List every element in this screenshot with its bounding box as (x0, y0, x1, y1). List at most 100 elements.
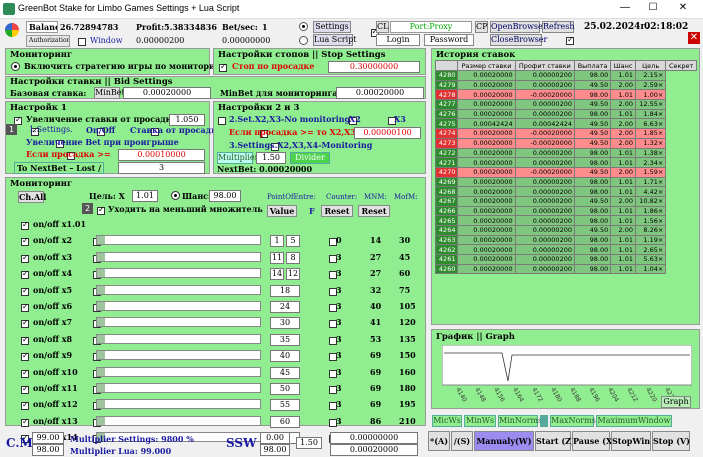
row-entry-input[interactable]: 40 (270, 350, 300, 363)
lua-script-button[interactable]: Lua Script (313, 34, 356, 46)
ssw-multiplier[interactable]: 1.50 (296, 437, 322, 449)
go-lower-checkbox[interactable] (97, 205, 105, 215)
cm-value-1[interactable]: 99.00 (32, 432, 64, 444)
monitoring-radio[interactable] (11, 62, 20, 71)
divider-button[interactable]: Divider (290, 152, 330, 164)
check-all-button[interactable]: Ch.All (18, 191, 46, 203)
set2-checkbox[interactable] (218, 117, 226, 125)
footer-control-button[interactable]: StopWin (C) (611, 431, 667, 451)
app-icon (3, 3, 15, 15)
footer-control-button[interactable]: /(S) (451, 431, 473, 451)
if-drawdown2-input[interactable]: 0.00000100 (354, 127, 421, 139)
cp-button[interactable]: CP (475, 21, 488, 33)
footer-control-button[interactable]: Stop (V) (652, 431, 690, 451)
close-browser-button[interactable]: CloseBrowser (490, 34, 547, 46)
exit-icon[interactable]: ✕ (688, 32, 700, 44)
footer-control-button[interactable]: *(A) (428, 431, 450, 451)
row-enable-checkbox[interactable] (21, 384, 29, 394)
row-enable-checkbox[interactable] (21, 368, 29, 378)
graph-button[interactable]: Graph (661, 396, 691, 408)
ssw-amount-2[interactable]: 0.00020000 (330, 444, 418, 456)
row-entry-input[interactable]: 11 (270, 251, 284, 264)
row-entry-input[interactable]: 24 (270, 301, 300, 313)
row-entry-input[interactable]: 18 (270, 284, 300, 297)
footer-control-button[interactable]: Pause (X) (572, 431, 616, 451)
cl-button[interactable]: CL (376, 21, 389, 33)
row-entry-input[interactable]: 1 (270, 235, 284, 248)
row-enable-checkbox[interactable] (21, 253, 29, 263)
row-entry-input[interactable]: 30 (270, 317, 300, 330)
radio-settings[interactable] (299, 22, 308, 31)
stop-settings-panel: Настройки стопов || Stop Settings Стоп п… (213, 48, 426, 75)
minbet-button[interactable]: MinBet (94, 87, 125, 99)
row-enable-checkbox[interactable] (21, 286, 29, 296)
chance-radio[interactable] (171, 191, 180, 200)
browser-checkbox[interactable] (566, 35, 575, 45)
multiplier-input[interactable]: 1.50 (256, 152, 286, 164)
row-enable-checkbox[interactable] (21, 236, 29, 247)
row-entry-input-2[interactable]: 8 (286, 251, 300, 264)
row-entry-input-2[interactable]: 12 (286, 268, 300, 281)
row-enable-checkbox[interactable] (21, 351, 29, 362)
base-bet-input[interactable]: 0.00020000 (123, 87, 211, 99)
login-field[interactable]: Login (376, 34, 420, 46)
password-field[interactable]: Password (424, 34, 474, 46)
settings1-title: Настройк 1 (10, 103, 67, 113)
row-entry-input[interactable]: 45 (270, 366, 300, 379)
reset-mnm-button[interactable]: Reset (358, 205, 390, 217)
monitor-row: on/off x5 18 3 32 75 (6, 283, 427, 299)
multiplier-button[interactable]: Multiplier (217, 152, 258, 164)
history-cell: 0.00020000 (457, 89, 516, 101)
row-progress-bar (96, 415, 261, 426)
target-input[interactable]: 1.01 (132, 190, 158, 202)
footer-size-button[interactable]: MaxNorms (550, 415, 596, 427)
history-cell: 2.00 (610, 128, 636, 139)
ssw-value-2[interactable]: 98.00 (260, 444, 290, 456)
ssw-value-1[interactable]: 0.00 (260, 432, 290, 444)
maximize-button[interactable]: ☐ (642, 2, 664, 13)
port-proxy-field[interactable]: Port:Proxy (390, 21, 472, 33)
window-checkbox[interactable] (78, 38, 86, 46)
history-cell: 0.00020000 (457, 254, 516, 265)
minbet-monitoring-input[interactable]: 0.00020000 (336, 87, 424, 99)
row-entry-input[interactable]: 14 (270, 268, 284, 281)
row-entry-input[interactable]: 60 (270, 415, 300, 428)
footer-size-button[interactable]: MaximumWindow (596, 415, 672, 427)
footer-control-button[interactable]: Start (Z) (535, 431, 575, 451)
settings-button[interactable]: Settings (313, 21, 351, 33)
close-button[interactable]: ✕ (672, 2, 694, 13)
row-enable-checkbox[interactable] (21, 400, 29, 411)
to-nextbet-input[interactable]: 3 (118, 162, 205, 174)
control-buttons: *(A)/(S) Manualy(W) Start (Z) Pause (X) Stop… (428, 431, 700, 453)
row-entry-input[interactable]: 50 (270, 383, 300, 395)
minimize-button[interactable]: — (614, 2, 636, 13)
footer-control-button[interactable]: Manualy(W) (474, 431, 534, 451)
stop-loss-checkbox[interactable] (219, 62, 227, 72)
refresh-button[interactable]: Refresh (542, 21, 575, 33)
value-button[interactable]: Value (267, 205, 297, 217)
chance-input[interactable]: 98.00 (209, 190, 241, 202)
row-entry-input[interactable]: 35 (270, 333, 300, 346)
row-enable-checkbox[interactable] (21, 220, 29, 230)
stop-loss-input[interactable]: 0.30000000 (328, 61, 420, 73)
settings1-label: 1.Settings. (29, 125, 73, 134)
footer-size-button[interactable]: MicWs (432, 415, 462, 427)
cm-value-2[interactable]: 98.00 (32, 444, 64, 456)
open-browser-button[interactable]: OpenBrowser (490, 21, 547, 33)
row-enable-checkbox[interactable] (21, 318, 29, 329)
reset-counter-button[interactable]: Reset (321, 205, 353, 217)
footer-size-button[interactable]: MinWs (464, 415, 496, 427)
row-enable-checkbox[interactable] (21, 417, 29, 427)
row-enable-checkbox[interactable] (21, 335, 29, 345)
row-enable-checkbox[interactable] (21, 302, 29, 312)
ssw-amount-1[interactable]: 0.00000000 (330, 432, 418, 444)
footer-size-button[interactable]: MinNorms (498, 415, 542, 427)
row-label: on/off x9 (33, 350, 73, 361)
row-entry-input[interactable]: 55 (270, 399, 300, 412)
history-cell: 1.01 (610, 147, 636, 159)
if-drawdown-input[interactable]: 0.00010000 (118, 149, 205, 161)
history-cell: 98.00 (573, 108, 612, 120)
row-enable-checkbox[interactable] (21, 269, 29, 280)
row-entry-input-2[interactable]: 5 (286, 235, 300, 248)
radio-lua[interactable] (299, 36, 308, 45)
